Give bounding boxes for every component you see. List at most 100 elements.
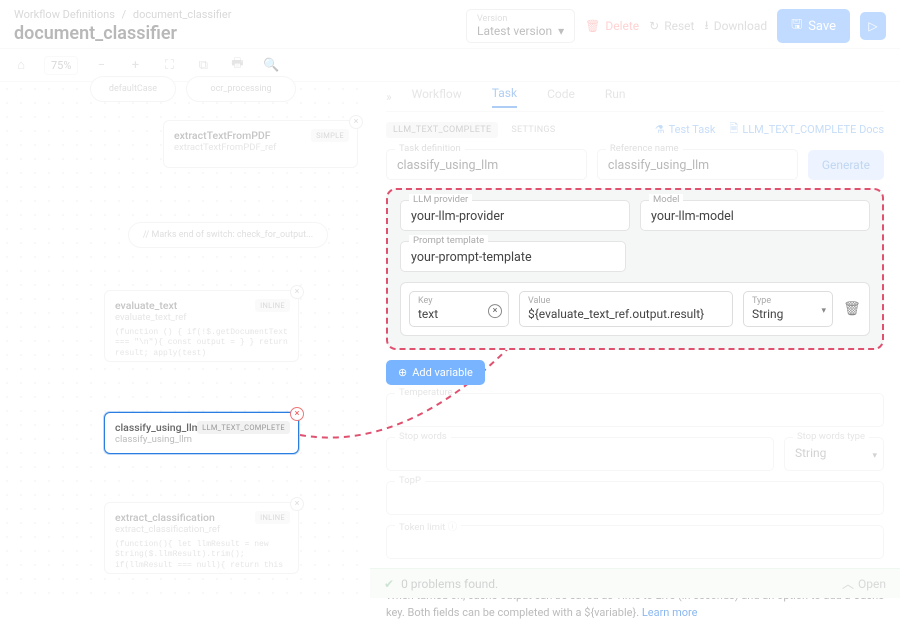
breadcrumb-current: document_classifier [133,8,232,21]
doc-icon: 🗎 [729,120,738,139]
node-defaultcase[interactable]: defaultCase [90,76,176,102]
problems-text: 0 problems found. [401,577,498,591]
download-label: Download [714,19,767,33]
model-input[interactable] [651,209,859,224]
node-ocr-processing[interactable]: ocr_processing [186,76,296,102]
definition-row: Task definition Reference name Generate [386,149,884,180]
node-badge: LLM_TEXT_COMPLETE [197,421,290,434]
open-label: Open [858,577,886,591]
clear-icon[interactable]: × [488,304,502,318]
open-problems-button[interactable]: ︿ Open [842,575,886,592]
print-icon[interactable]: 🖶 [226,54,248,76]
node-subtitle: evaluate_text_ref [115,312,288,323]
breadcrumb: Workflow Definitions / document_classifi… [14,8,231,21]
node-badge: INLINE [255,299,290,312]
llm-provider-input[interactable] [411,209,619,224]
node-extract-classification[interactable]: × extract_classification extract_classif… [104,502,299,574]
tab-run[interactable]: Run [605,87,626,107]
field-label: LLM provider [409,194,472,205]
header-actions: Version Latest version ▾ 🗑 Delete ↻ Rese… [466,9,886,43]
panel-tabs: » Workflow Task Code Run [386,82,884,112]
add-variable-button[interactable]: ⊕ Add variable [386,360,485,385]
node-classify-llm[interactable]: × classify_using_llm classify_using_llm … [104,412,299,454]
search-icon[interactable]: 🔍 [260,54,282,76]
docs-link[interactable]: 🗎LLM_TEXT_COMPLETE Docs [729,120,884,139]
reference-name-input[interactable] [608,158,787,173]
reset-label: Reset [664,19,694,33]
reset-button[interactable]: ↻ Reset [649,19,694,33]
delete-button[interactable]: 🗑 Delete [585,19,639,33]
variable-key-field[interactable]: Key × [409,291,509,327]
run-button[interactable]: ▷ [860,12,886,40]
task-definition-field[interactable]: Task definition [386,149,587,180]
close-icon[interactable]: × [290,285,304,299]
download-button[interactable]: ⭳ Download [704,16,767,37]
node-subtitle: extractTextFromPDF_ref [174,142,347,153]
close-icon[interactable]: × [349,115,363,129]
version-selector[interactable]: Version Latest version ▾ [466,9,575,43]
test-task-link[interactable]: ⚗Test Task [655,120,716,139]
tab-code[interactable]: Code [547,87,575,107]
variable-key-input[interactable] [418,307,488,321]
save-icon: 🖫 [791,15,802,37]
field-label: Key [418,296,500,306]
tab-task[interactable]: Task [492,86,517,108]
check-icon: ✔ [384,577,394,591]
node-extract-text-pdf[interactable]: × extractTextFromPDF extractTextFromPDF_… [163,120,358,168]
header: Workflow Definitions / document_classifi… [0,0,900,48]
node-code: (function () { if(!$.getDocumentText ===… [115,328,288,358]
temperature-field[interactable]: Temperature [386,393,884,427]
prompt-template-field[interactable]: Prompt template [400,241,626,272]
stop-words-type-field[interactable]: Stop words type String ▾ [784,437,884,471]
prompt-template-input[interactable] [411,250,615,265]
node-subtitle: extract_classification_ref [115,524,288,535]
token-limit-field[interactable]: Token limit ⓘ [386,525,884,559]
workflow-canvas[interactable]: defaultCase ocr_processing × extractText… [0,82,370,598]
variable-type-field[interactable]: Type String ▾ [743,291,833,327]
variable-type-value: String [752,307,783,321]
plus-icon: ⊕ [398,366,407,379]
download-icon: ⭳ [704,16,708,37]
tab-workflow[interactable]: Workflow [412,87,462,107]
zoom-in-icon[interactable]: + [124,54,146,76]
node-switch-end[interactable]: // Marks end of switch: check_for_output… [128,222,328,248]
breadcrumb-parent[interactable]: Workflow Definitions [14,8,115,21]
task-definition-input[interactable] [397,158,576,173]
node-label: ocr_processing [210,84,271,94]
field-label: Stop words [395,431,451,442]
node-evaluate-text[interactable]: × evaluate_text evaluate_text_ref INLINE… [104,290,299,362]
field-label: Stop words type [793,431,869,442]
close-icon[interactable]: × [290,497,304,511]
chevron-up-icon: ︿ [842,575,854,592]
field-label: Temperature [395,387,457,398]
fit-icon[interactable]: ⛶ [158,54,180,76]
variable-value-input[interactable] [528,307,724,321]
home-icon[interactable]: ⌂ [10,54,32,76]
model-field[interactable]: Model [640,200,870,231]
save-label: Save [808,19,836,34]
node-subtitle: classify_using_llm [115,434,288,445]
problems-bar: ✔ 0 problems found. ︿ Open [370,568,900,598]
generate-button[interactable]: Generate [808,150,884,180]
delete-variable-icon[interactable]: 🗑 [843,301,861,317]
zoom-level[interactable]: 75% [44,56,78,75]
llm-provider-field[interactable]: LLM provider [400,200,630,231]
test-task-label: Test Task [669,123,716,136]
field-label: Token limit ⓘ [395,519,461,533]
zoom-out-icon[interactable]: − [90,54,112,76]
collapse-icon[interactable]: » [386,90,392,104]
save-button[interactable]: 🖫 Save [777,9,850,43]
variable-value-field[interactable]: Value [519,291,733,327]
settings-badge: SETTINGS [504,122,562,138]
field-label: Type [752,296,824,306]
field-label: Prompt template [409,235,488,246]
node-badge: INLINE [255,511,290,524]
stop-words-field[interactable]: Stop words [386,437,774,471]
reference-name-field[interactable]: Reference name [597,149,798,180]
stop-words-type-value: String [795,446,826,460]
copy-icon[interactable]: ⧉ [192,54,214,76]
topp-field[interactable]: TopP [386,481,884,515]
close-icon[interactable]: × [290,407,304,421]
learn-more-link[interactable]: Learn more [642,606,698,619]
chevron-down-icon: ▾ [821,306,826,316]
